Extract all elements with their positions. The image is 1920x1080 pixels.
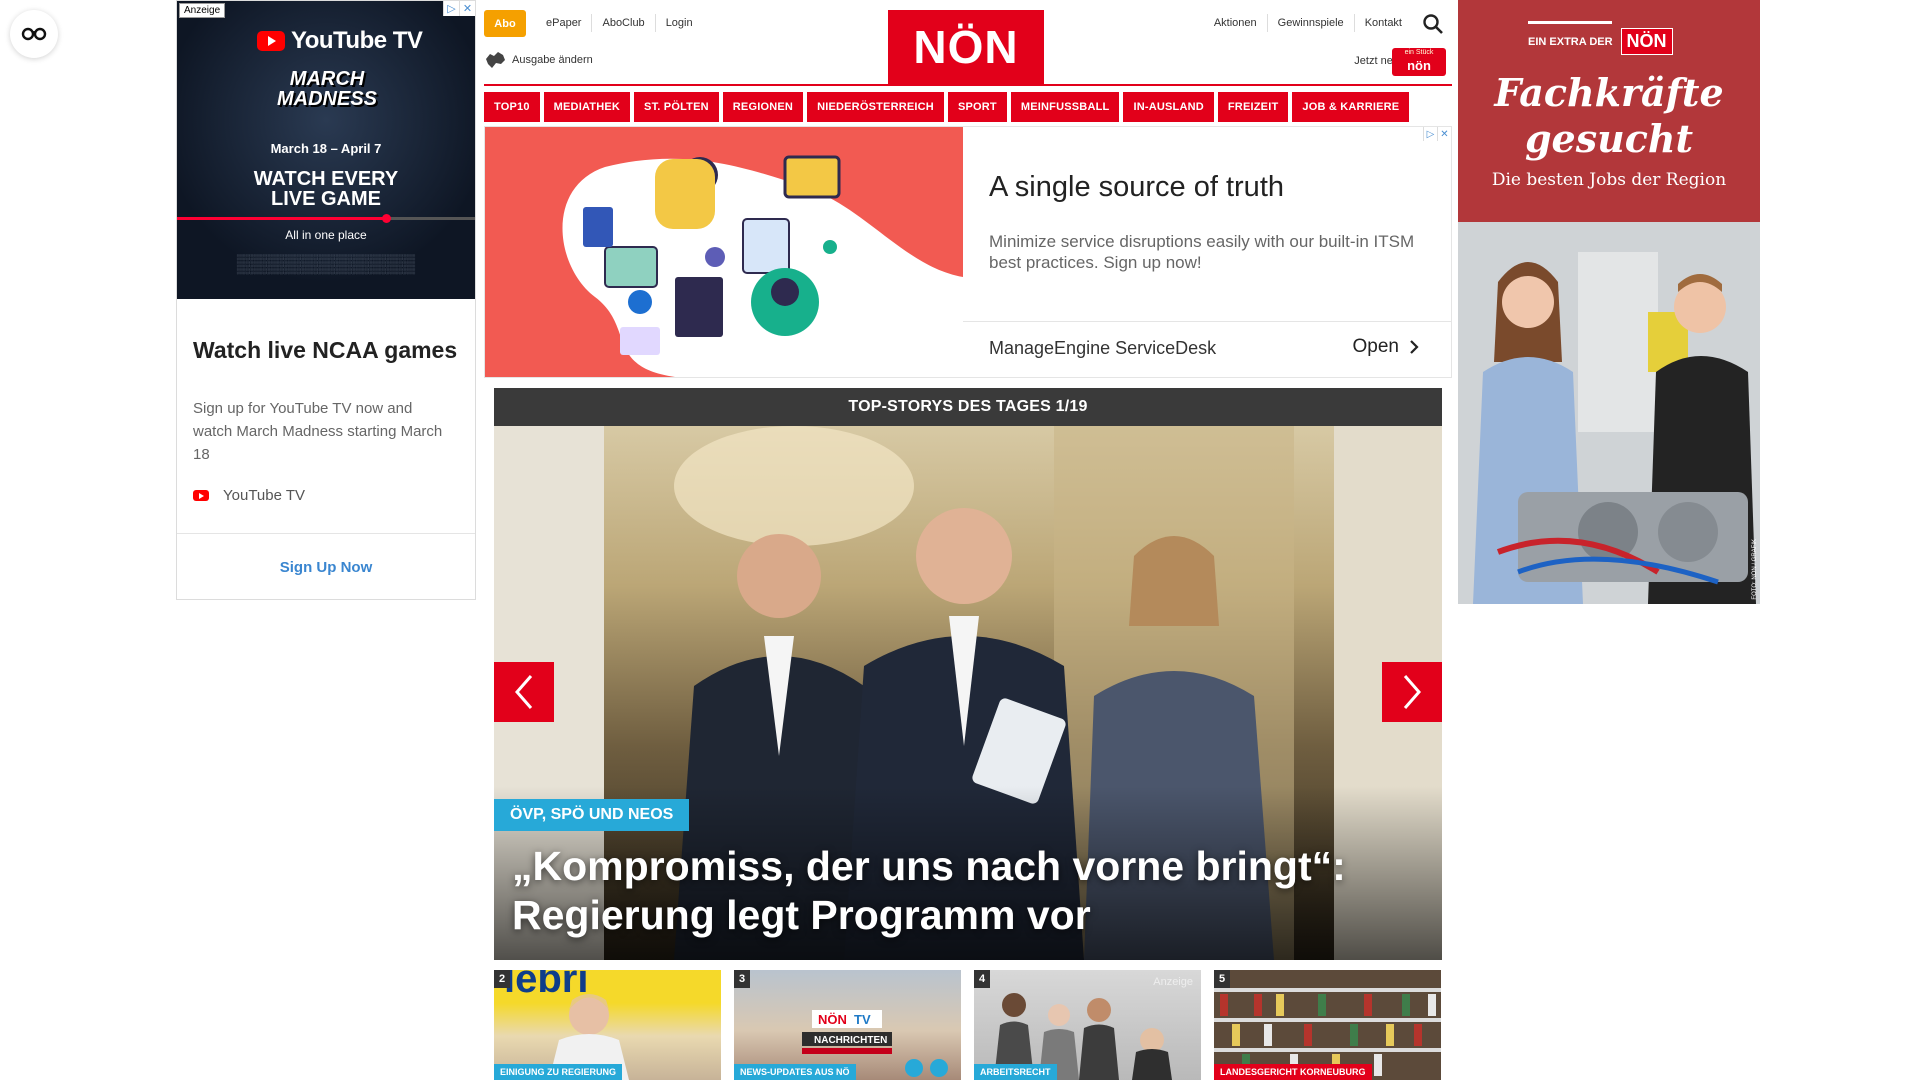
thumb-category: ARBEITSRECHT <box>974 1064 1057 1080</box>
lower-austria-map-icon <box>486 52 505 68</box>
thumb-number: 5 <box>1214 970 1230 988</box>
thumbnail-story-4[interactable]: 4 Anzeige ARBEITSRECHT <box>974 970 1201 1080</box>
nav-regionen[interactable]: REGIONEN <box>722 92 804 122</box>
thumb-category: LANDESGERICHT KORNEUBURG <box>1214 1064 1372 1080</box>
nav-job-karriere[interactable]: JOB & KARRIERE <box>1292 92 1410 122</box>
story-tag[interactable]: ÖVP, SPÖ UND NEOS <box>494 799 690 831</box>
nav-freizeit[interactable]: FREIZEIT <box>1217 92 1289 122</box>
youtube-tv-logo: YouTube TV <box>257 27 423 55</box>
svg-text:TV: TV <box>854 1012 871 1027</box>
nav-st-poelten[interactable]: ST. PÖLTEN <box>634 92 719 122</box>
top-stories-header: TOP-STORYS DES TAGES 1/19 <box>494 388 1442 426</box>
ad-progress-dot <box>381 214 391 223</box>
svg-text:NÖN: NÖN <box>818 1012 847 1027</box>
ad-decor-bar <box>1528 21 1612 24</box>
nav-mediathek[interactable]: MEDIATHEK <box>543 92 631 122</box>
ad-extra-label: EIN EXTRA DER NÖN <box>1528 28 1673 55</box>
right-links: Aktionen Gewinnspiele Kontakt <box>1204 14 1412 32</box>
thumb-number: 2 <box>494 970 510 988</box>
open-button[interactable]: Open <box>1353 336 1419 358</box>
thumb-ad-label: Anzeige <box>1153 976 1193 988</box>
left-advertisement[interactable]: Anzeige ▷ ✕ YouTube TV MARCH MADNESS Mar… <box>176 0 476 600</box>
site-header: Abo ePaper AboClub Login Ausgabe ändern … <box>484 0 1452 84</box>
workspace-illustration <box>562 155 963 377</box>
ad-description: Sign up for YouTube TV now and watch Mar… <box>193 400 443 463</box>
nav-top10[interactable]: TOP10 <box>484 92 540 122</box>
ad-watch-line: WATCH EVERY LIVE GAME <box>253 168 399 210</box>
svg-text:lebri: lebri <box>504 970 588 1001</box>
center-advertisement[interactable]: ▷ ✕ A single source of truth Minimize se… <box>484 126 1452 378</box>
youtube-icon <box>193 490 209 501</box>
play-icon <box>257 31 285 51</box>
ad-info-icon[interactable]: ▷ <box>443 1 459 16</box>
ad-subline: Die besten Jobs der Region <box>1491 170 1727 190</box>
sign-up-now-button[interactable]: Sign Up Now <box>177 559 475 576</box>
edition-selector[interactable]: Ausgabe ändern <box>484 51 593 69</box>
ad-headline[interactable]: Watch live NCAA games <box>193 337 457 364</box>
ad-fine-print: ░░░░░░░░░░░░░░░░░░░░░░░░░░░░░░░░░░░░░░░░… <box>236 255 416 275</box>
chevron-left-icon <box>515 675 533 709</box>
thumb-category: NEWS-UPDATES AUS NÖ <box>734 1064 856 1080</box>
top-links: ePaper AboClub Login <box>536 14 703 32</box>
ein-stueck-noen-logo[interactable]: ein Stück nön <box>1392 48 1446 76</box>
divider <box>963 321 1451 322</box>
ad-title[interactable]: A single source of truth <box>989 171 1284 204</box>
thumbnail-story-5[interactable]: 5 LANDESGERICHT KORNEUBURG <box>1214 970 1441 1080</box>
ad-illustration[interactable] <box>485 127 963 377</box>
divider <box>177 533 475 534</box>
ad-info-icon[interactable]: ▷ <box>1423 127 1437 141</box>
nav-niederoesterreich[interactable]: NIEDERÖSTERREICH <box>807 92 944 122</box>
ad-label: Anzeige <box>179 3 226 18</box>
ad-progress-bar <box>177 214 475 223</box>
abo-button[interactable]: Abo <box>484 10 526 37</box>
nav-in-ausland[interactable]: IN-AUSLAND <box>1123 92 1214 122</box>
link-gewinnspiele[interactable]: Gewinnspiele <box>1266 14 1354 32</box>
story-headline[interactable]: „Kompromiss, der uns nach vorne bringt“:… <box>512 842 1432 940</box>
workers-photo <box>1458 222 1760 604</box>
ad-close-icon[interactable]: ✕ <box>1437 127 1451 141</box>
ad-headline: Fachkräfte gesucht <box>1494 70 1724 161</box>
noen-logo: NÖN <box>1620 28 1673 55</box>
top-link-aboclub[interactable]: AboClub <box>591 14 654 32</box>
thumbnail-story-2[interactable]: lebri 2 EINIGUNG ZU REGIERUNG <box>494 970 721 1080</box>
thumb-number: 3 <box>734 970 750 988</box>
link-kontakt[interactable]: Kontakt <box>1353 14 1412 32</box>
ad-advertiser[interactable]: YouTube TV <box>193 487 305 504</box>
svg-text:NACHRICHTEN: NACHRICHTEN <box>814 1035 887 1046</box>
top-link-login[interactable]: Login <box>654 14 703 32</box>
slider-prev-button[interactable] <box>494 662 554 722</box>
ad-tagline: All in one place <box>285 228 367 242</box>
thumbnail-story-3[interactable]: NÖN TV NACHRICHTEN 3 NEWS-UPDATES AUS NÖ <box>734 970 961 1080</box>
chevron-right-icon <box>1403 675 1421 709</box>
top-link-epaper[interactable]: ePaper <box>536 14 591 32</box>
thumb-number: 4 <box>974 970 990 988</box>
ad-text: Minimize service disruptions easily with… <box>989 232 1415 272</box>
nav-sport[interactable]: SPORT <box>947 92 1007 122</box>
main-navigation: TOP10 MEDIATHEK ST. PÖLTEN REGIONEN NIED… <box>484 92 1452 122</box>
ad-photo[interactable]: FOTO: NÖN / GRAFIK <box>1458 222 1760 604</box>
noen-logo[interactable]: NÖN <box>888 10 1044 84</box>
search-icon[interactable] <box>1422 13 1444 35</box>
header-divider <box>484 84 1452 86</box>
ad-hero-image[interactable]: Anzeige ▷ ✕ YouTube TV MARCH MADNESS Mar… <box>177 1 475 299</box>
glasses-icon <box>21 27 47 41</box>
top-stories-slider: TOP-STORYS DES TAGES 1/19 ÖVP, SPÖ UND N… <box>494 388 1442 960</box>
thumb-category: EINIGUNG ZU REGIERUNG <box>494 1064 623 1080</box>
right-advertisement[interactable]: EIN EXTRA DER NÖN Fachkräfte gesucht Die… <box>1458 0 1760 604</box>
march-madness-logo: MARCH MADNESS <box>276 68 377 110</box>
photo-credit: FOTO: NÖN / GRAFIK <box>1752 539 1758 600</box>
link-aktionen[interactable]: Aktionen <box>1204 14 1267 32</box>
story-thumbnails: lebri 2 EINIGUNG ZU REGIERUNG NÖN TV NAC… <box>494 970 1442 1080</box>
ad-dates: March 18 – April 7 <box>270 141 382 156</box>
slider-next-button[interactable] <box>1382 662 1442 722</box>
slide-main[interactable]: ÖVP, SPÖ UND NEOS „Kompromiss, der uns n… <box>494 426 1442 960</box>
ad-close-icon[interactable]: ✕ <box>459 1 475 16</box>
chevron-right-icon <box>1410 340 1419 354</box>
ad-brand[interactable]: ManageEngine ServiceDesk <box>989 338 1216 359</box>
reader-mode-button[interactable] <box>10 10 58 58</box>
nav-meinfussball[interactable]: MEINFUSSBALL <box>1010 92 1120 122</box>
ad-progress-fill <box>177 217 386 220</box>
